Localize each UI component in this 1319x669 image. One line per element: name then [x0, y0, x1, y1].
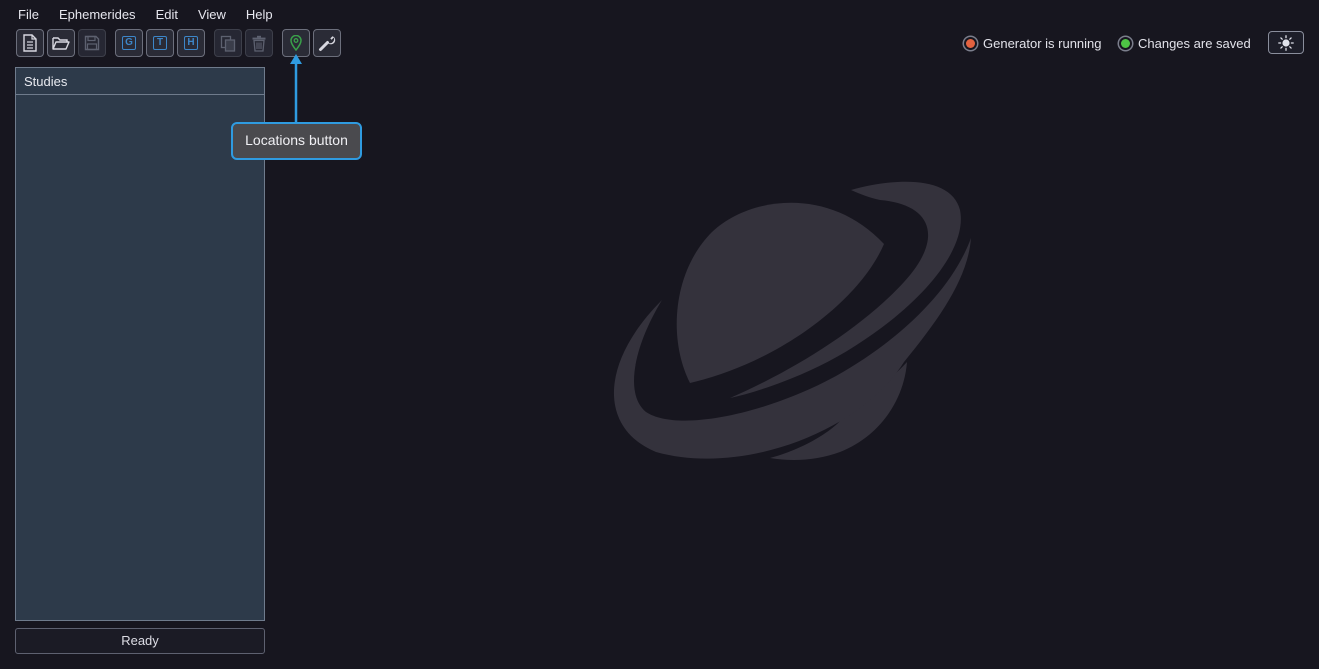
menu-edit[interactable]: Edit [146, 5, 188, 24]
wrench-icon [319, 36, 336, 51]
generator-status: Generator is running [966, 33, 1102, 53]
h-icon: H [184, 36, 198, 50]
h-button[interactable]: H [177, 29, 205, 57]
new-study-button[interactable] [16, 29, 44, 57]
menu-view[interactable]: View [188, 5, 236, 24]
status-bar: Ready [15, 628, 265, 654]
save-status: Changes are saved [1121, 33, 1251, 53]
save-status-dot [1121, 38, 1130, 48]
open-study-button[interactable] [47, 29, 75, 57]
generator-status-label: Generator is running [983, 35, 1102, 51]
theme-toggle-button[interactable] [1268, 31, 1304, 54]
menu-ephemerides[interactable]: Ephemerides [49, 5, 146, 24]
settings-button[interactable] [313, 29, 341, 57]
studies-panel[interactable]: Studies [15, 67, 265, 621]
menu-help[interactable]: Help [236, 5, 283, 24]
annotation-arrow [290, 54, 302, 122]
save-status-label: Changes are saved [1138, 35, 1251, 51]
open-folder-icon [52, 36, 70, 50]
t-button[interactable]: T [146, 29, 174, 57]
trash-icon [252, 35, 266, 52]
generator-status-dot [966, 38, 975, 48]
copy-button[interactable] [214, 29, 242, 57]
saturn-planet-logo [613, 181, 971, 460]
annotation-callout: Locations button [231, 122, 362, 160]
sun-icon [1278, 34, 1294, 51]
studies-header: Studies [16, 68, 264, 95]
map-pin-icon [290, 35, 302, 51]
t-icon: T [153, 36, 167, 50]
save-button[interactable] [78, 29, 106, 57]
menu-file[interactable]: File [8, 5, 49, 24]
menu-bar: File Ephemerides Edit View Help [8, 3, 283, 25]
g-icon: G [122, 36, 136, 50]
g-button[interactable]: G [115, 29, 143, 57]
new-file-icon [23, 34, 37, 52]
copy-icon [220, 35, 236, 52]
save-icon [84, 35, 100, 51]
delete-button[interactable] [245, 29, 273, 57]
